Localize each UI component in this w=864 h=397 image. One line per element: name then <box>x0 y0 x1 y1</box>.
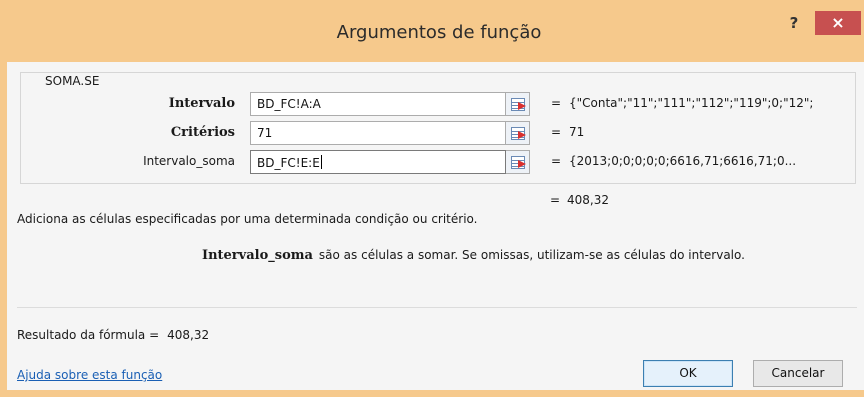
ok-button[interactable]: OK <box>643 360 733 387</box>
argument-row-intervalo: Intervalo BD_FC!A:A = {"Conta";"11";"111… <box>21 92 851 116</box>
parameter-help-text: são as células a somar. Se omissas, util… <box>318 248 745 262</box>
equals-sign: = <box>551 125 562 139</box>
argument-evaluated-value: {"Conta";"11";"111";"112";"119";0;"12"; <box>569 96 814 110</box>
result-equals-sign: = <box>550 193 561 207</box>
function-help-link[interactable]: Ajuda sobre esta função <box>17 368 162 382</box>
argument-row-intervalo-soma: Intervalo_soma BD_FC!E:E = {2013;0;0;0;0… <box>21 150 851 174</box>
formula-result-value: 408,32 <box>167 328 210 342</box>
function-description: Adiciona as células especificadas por um… <box>17 212 478 226</box>
dialog-title: Argumentos de função <box>336 22 542 43</box>
equals-sign: = <box>551 96 562 110</box>
help-button[interactable]: ? <box>781 12 807 34</box>
formula-result-label: Resultado da fórmula = <box>17 328 160 342</box>
function-group-box: SOMA.SE Intervalo BD_FC!A:A = {"Conta";"… <box>20 72 856 184</box>
intervalo-soma-input[interactable]: BD_FC!E:E <box>250 150 506 174</box>
collapse-dialog-icon[interactable] <box>506 92 530 116</box>
parameter-help-name: Intervalo_soma <box>202 248 313 263</box>
parameter-help: Intervalo_soma são as células a somar. Se… <box>202 248 745 263</box>
divider <box>17 307 857 308</box>
intervalo-soma-input-text: BD_FC!E:E <box>257 156 320 170</box>
text-caret <box>320 155 322 169</box>
argument-label-intervalo-soma: Intervalo_soma <box>143 154 235 168</box>
argument-evaluated-value: 71 <box>569 125 585 139</box>
dialog-window: Argumentos de função ? × SOMA.SE Interva… <box>0 0 864 397</box>
dialog-body: SOMA.SE Intervalo BD_FC!A:A = {"Conta";"… <box>14 62 864 390</box>
equals-sign: = <box>551 154 562 168</box>
argument-label-criterios: Critérios <box>170 125 235 140</box>
cancel-button[interactable]: Cancelar <box>753 360 843 387</box>
title-bar[interactable]: Argumentos de função ? × <box>7 0 864 62</box>
close-button[interactable]: × <box>815 11 861 35</box>
intervalo-input[interactable]: BD_FC!A:A <box>250 92 506 116</box>
argument-label-intervalo: Intervalo <box>168 96 235 111</box>
collapse-dialog-icon[interactable] <box>506 150 530 174</box>
argument-evaluated-value: {2013;0;0;0;0;0;6616,71;6616,71;0... <box>569 154 797 168</box>
argument-row-criterios: Critérios 71 = 71 <box>21 121 851 145</box>
function-name: SOMA.SE <box>43 74 102 88</box>
formula-result: Resultado da fórmula = 408,32 <box>17 328 209 342</box>
function-result-value: 408,32 <box>567 193 609 207</box>
collapse-dialog-icon[interactable] <box>506 121 530 145</box>
criterios-input[interactable]: 71 <box>250 121 506 145</box>
